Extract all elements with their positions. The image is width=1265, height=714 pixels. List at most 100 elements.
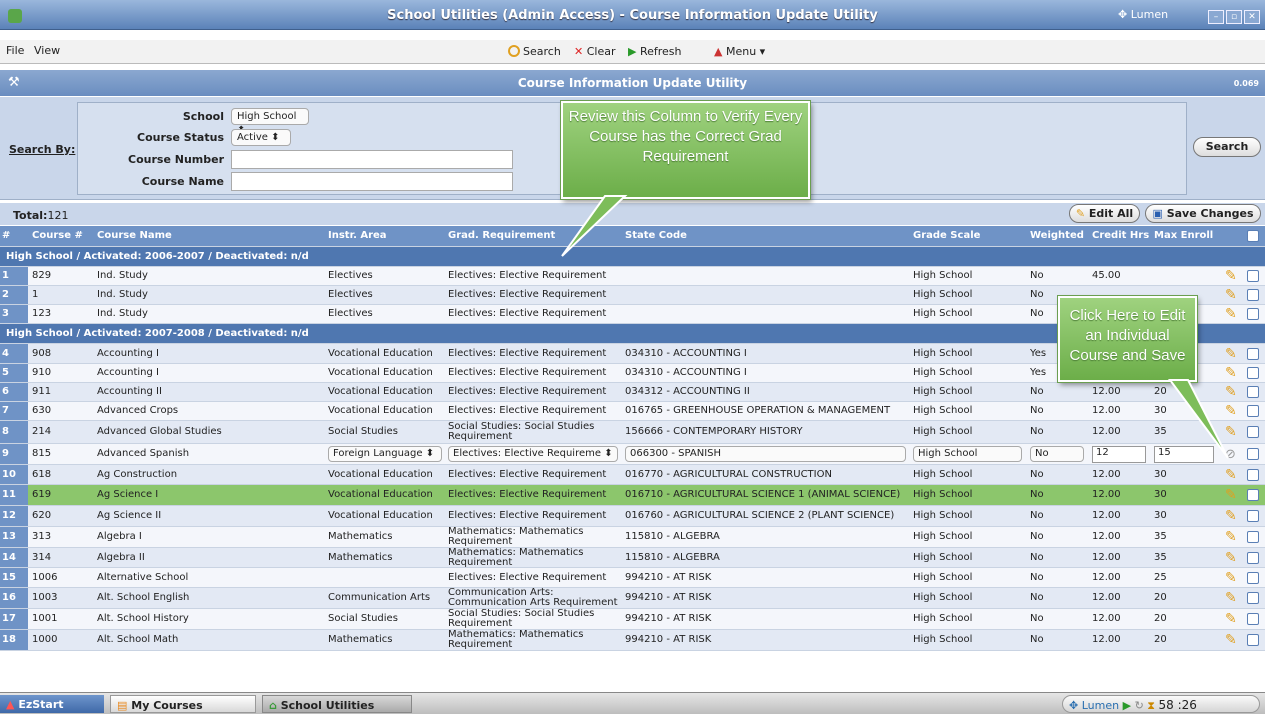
row-checkbox[interactable] [1247,308,1259,320]
cell-area [326,568,446,587]
save-changes-button[interactable]: ▣ Save Changes [1145,204,1261,223]
edit-scale-select[interactable]: High School [913,446,1022,462]
table-row[interactable]: 12 620 Ag Science II Vocational Education El… [0,506,1265,527]
table-row[interactable]: 8 214 Advanced Global Studies Social Studie… [0,421,1265,444]
ezstart-button[interactable]: ▲ EzStart [0,695,104,713]
cell-name: Advanced Spanish [97,448,190,459]
column-header[interactable]: # [0,226,28,246]
table-row[interactable]: 10 618 Ag Construction Vocational Education… [0,465,1265,485]
taskbar-school-utilities[interactable]: ⌂ School Utilities [262,695,412,713]
row-checkbox[interactable] [1247,531,1259,543]
cell-state: 994210 - AT RISK [625,571,712,583]
cell-num: 908 [32,347,52,359]
select-all-checkbox[interactable] [1247,230,1259,242]
cell-num: 1003 [32,592,58,603]
row-checkbox[interactable] [1247,571,1259,584]
restore-icon[interactable]: ▫ [1226,10,1242,24]
menu-view[interactable]: View [34,44,60,57]
table-row[interactable]: 13 313 Algebra I Mathematics Mathematics: Ma… [0,527,1265,548]
row-checkbox[interactable] [1247,386,1259,398]
row-checkbox[interactable] [1247,347,1259,360]
pencil-icon[interactable]: ✎ [1225,288,1237,302]
row-checkbox[interactable] [1247,270,1259,282]
column-header[interactable]: Weighted [1028,226,1088,246]
edit-state-select[interactable]: 066300 - SPANISH [625,446,906,462]
column-header[interactable]: Max Enroll [1152,226,1218,246]
table-row[interactable]: 14 314 Algebra II Mathematics Mathematics: M… [0,548,1265,568]
course-name-label: Course Name [141,175,224,188]
row-checkbox[interactable] [1247,468,1259,481]
table-row[interactable]: 18 1000 Alt. School Math Mathematics Mathema… [0,630,1265,651]
cell-scale: High School [913,613,973,624]
row-checkbox[interactable] [1247,405,1259,417]
column-header[interactable]: Course Name [95,226,325,246]
edit-all-button[interactable]: ✎ Edit All [1069,204,1140,223]
table-row[interactable]: 9 815 Advanced Spanish Foreign Language ⬍ El… [0,444,1265,465]
pencil-icon[interactable]: ✎ [1225,633,1237,647]
column-header[interactable]: Course # [30,226,93,246]
row-checkbox[interactable] [1247,613,1259,625]
row-checkbox[interactable] [1247,489,1259,501]
edit-cr-input[interactable]: 12 [1092,445,1146,463]
pencil-icon[interactable]: ✎ [1225,347,1237,361]
table-row[interactable]: 11 619 Ag Science I Vocational Education Ele… [0,485,1265,506]
pencil-icon[interactable]: ✎ [1225,509,1237,523]
row-checkbox[interactable] [1247,634,1259,646]
cell-w: No [1028,444,1088,464]
search-toolbar-button[interactable]: Search [508,45,561,58]
menu-file[interactable]: File [6,44,24,57]
cell-grad: Electives: Elective Requirement [448,468,607,480]
play-icon[interactable]: ▶ [1123,699,1131,712]
table-row[interactable]: 1 829 Ind. Study Electives Electives: Electi… [0,267,1265,286]
row-checkbox[interactable] [1247,592,1259,604]
clear-toolbar-button[interactable]: ✕ Clear [574,45,616,58]
refresh-toolbar-button[interactable]: ▶ Refresh [628,45,682,58]
table-row[interactable]: 15 1006 Alternative School Electives: Elect… [0,568,1265,588]
column-header[interactable]: Grade Scale [911,226,1026,246]
pencil-icon[interactable]: ✎ [1225,551,1237,565]
row-checkbox[interactable] [1247,426,1259,438]
row-checkbox[interactable] [1247,510,1259,522]
cell-area: Vocational Education [328,367,433,378]
row-checkbox[interactable] [1247,289,1259,301]
cell-name: Ag Science II [97,510,162,521]
column-header[interactable]: Credit Hrs [1090,226,1150,246]
pencil-icon[interactable]: ✎ [1225,269,1237,283]
school-select[interactable]: High School ⬍ [231,108,309,136]
close-icon[interactable]: ✕ [1244,10,1260,24]
pencil-icon[interactable]: ✎ [1225,571,1237,585]
edit-grad-select[interactable]: Electives: Elective Requireme ⬍ [448,446,618,462]
pencil-icon[interactable]: ✎ [1225,591,1237,605]
course-name-input[interactable] [231,172,513,191]
table-row[interactable]: 16 1003 Alt. School English Communication A… [0,588,1265,609]
column-header[interactable]: Instr. Area [326,226,446,246]
table-row[interactable]: 7 630 Advanced Crops Vocational Education El… [0,402,1265,421]
cell-grad: Electives: Elective Requirement [448,489,607,500]
taskbar-my-courses[interactable]: ▤ My Courses [110,695,256,713]
edit-area-select[interactable]: Foreign Language ⬍ [328,446,442,462]
pencil-icon[interactable]: ✎ [1225,307,1237,321]
column-header[interactable]: State Code [623,226,910,246]
cell-grad: Electives: Elective Requirement [448,308,607,319]
pencil-icon[interactable]: ✎ [1225,468,1237,482]
cell-area: Electives [328,270,373,281]
search-button[interactable]: Search [1193,137,1261,157]
minimize-icon[interactable]: – [1208,10,1224,24]
taskbar: ▲ EzStart ▤ My Courses ⌂ School Utilitie… [0,692,1265,714]
table-row[interactable]: 17 1001 Alt. School History Social Studies S… [0,609,1265,630]
course-status-select[interactable]: Active ⬍ [231,129,291,146]
pencil-icon[interactable]: ✎ [1225,530,1237,544]
course-number-input[interactable] [231,150,513,169]
edit-w-select[interactable]: No [1030,446,1084,462]
cell-state [623,305,910,323]
cell-grad: Mathematics: Mathematics Requirement [448,548,584,567]
refresh-tray-icon[interactable]: ↻ [1135,699,1144,712]
cell-area: Mathematics [328,531,393,542]
row-checkbox[interactable] [1247,448,1259,460]
row-checkbox[interactable] [1247,551,1259,564]
pencil-icon[interactable]: ✎ [1225,488,1237,502]
row-checkbox[interactable] [1247,367,1259,379]
pencil-icon[interactable]: ✎ [1225,612,1237,626]
menu-dropdown-button[interactable]: ▲ Menu ▾ [714,45,765,58]
table-row[interactable]: 6 911 Accounting II Vocational Education Ele… [0,383,1265,402]
